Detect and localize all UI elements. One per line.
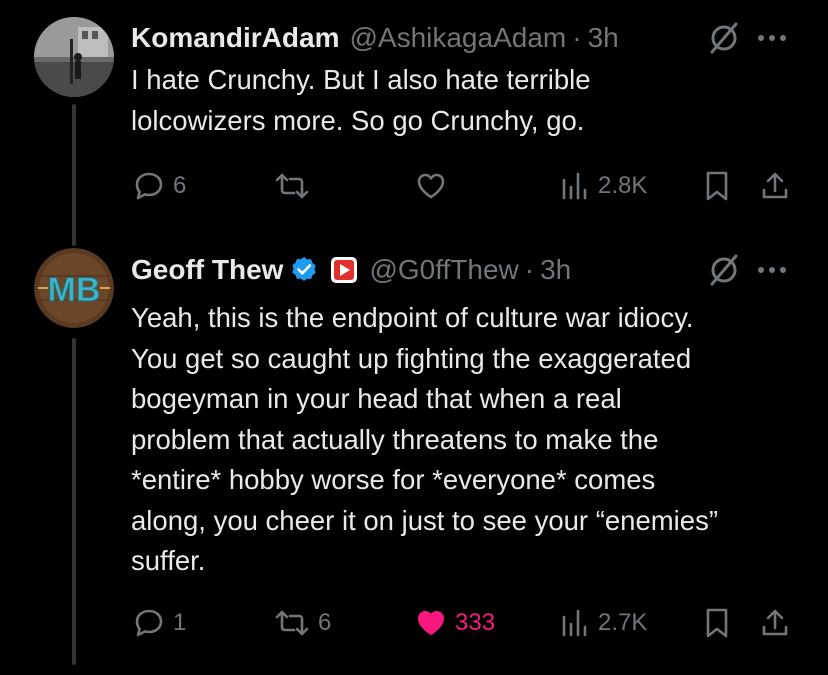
tweet-text-line: bogeyman in your head that when a real (131, 383, 622, 414)
thread-line-top (72, 206, 76, 224)
repost-icon (275, 610, 309, 636)
reply-button[interactable]: 1 (133, 607, 186, 639)
bookmark-icon (706, 608, 728, 638)
views-button[interactable]: 2.8K (560, 170, 647, 202)
timestamp[interactable]: 3h (588, 22, 619, 54)
separator: · (524, 254, 535, 285)
grok-icon[interactable] (706, 252, 742, 288)
like-count: 333 (455, 609, 496, 636)
repost-count: 6 (318, 609, 332, 636)
tweet-header: KomandirAdam @AshikagaAdam · 3h (131, 18, 619, 58)
tweet-text-line: Yeah, this is the endpoint of culture wa… (131, 302, 694, 333)
tweet-text-line: lolcowizers more. So go Crunchy, go. (131, 104, 585, 136)
tweet-text: Yeah, this is the endpoint of culture wa… (131, 298, 801, 582)
heart-filled-icon (418, 611, 444, 635)
timestamp[interactable]: 3h (540, 254, 571, 286)
more-icon[interactable] (756, 20, 788, 56)
repost-icon (275, 173, 309, 199)
bookmark-button[interactable] (704, 607, 730, 639)
repost-button[interactable]: 6 (274, 607, 331, 639)
like-button[interactable]: 333 (415, 607, 495, 639)
avatar-komandiradam[interactable] (34, 17, 114, 97)
tweet-text-line: along, you cheer it on just to see your … (131, 504, 718, 536)
tweet-text: I hate Crunchy. But I also hate terrible… (131, 60, 801, 141)
author-handle[interactable]: @G0ffThew (369, 254, 518, 286)
avatar-mb-text: MB (48, 271, 101, 309)
views-icon (562, 609, 587, 637)
like-button[interactable] (415, 170, 447, 202)
tweet-text-line: *entire* hobby worse for *everyone* come… (131, 464, 656, 495)
thread-line (72, 104, 76, 246)
reply-icon (135, 172, 163, 200)
share-button[interactable] (760, 170, 790, 202)
share-button[interactable] (760, 607, 790, 639)
avatar-photo-image (34, 17, 114, 97)
reply-button[interactable]: 6 (133, 170, 186, 202)
reply-icon (135, 609, 163, 637)
tweet-text-line: You get so caught up fighting the exagge… (131, 342, 692, 374)
author-handle[interactable]: @AshikagaAdam (349, 22, 566, 54)
separator: · (572, 22, 582, 53)
verified-badge-icon[interactable] (289, 255, 319, 285)
grok-icon[interactable] (706, 20, 742, 56)
thread-line (72, 338, 76, 665)
avatar-geoff-thew[interactable]: MB (34, 248, 114, 328)
reply-count: 1 (173, 609, 187, 636)
repost-button[interactable] (274, 170, 310, 202)
author-name[interactable]: Geoff Thew (131, 254, 283, 286)
views-icon (562, 172, 587, 200)
avatar-mb-logo: MB (34, 248, 114, 328)
tweet-text-line: problem that actually threatens to make … (131, 423, 659, 455)
more-icon[interactable] (756, 252, 788, 288)
author-name[interactable]: KomandirAdam (131, 22, 339, 54)
share-icon (762, 172, 788, 199)
bookmark-button[interactable] (704, 170, 730, 202)
tweet-text-line: I hate Crunchy. But I also hate terrible (131, 64, 591, 95)
bookmark-icon (706, 171, 728, 201)
tweet-header: Geoff Thew @G0ffThew · 3h (131, 250, 571, 290)
tweet-text-line: suffer. (131, 545, 206, 576)
share-icon (762, 609, 788, 636)
tweet-1[interactable]: KomandirAdam @AshikagaAdam · 3h I hate C… (0, 0, 828, 246)
views-count: 2.7K (598, 609, 648, 636)
views-button[interactable]: 2.7K (560, 607, 647, 639)
tweet-2[interactable]: MB Geoff Thew @G0ffThew · 3h Yeah, this … (0, 206, 828, 675)
affiliate-badge-icon[interactable] (329, 255, 359, 285)
reply-count: 6 (173, 172, 187, 199)
views-count: 2.8K (598, 172, 648, 199)
heart-icon (417, 173, 445, 199)
